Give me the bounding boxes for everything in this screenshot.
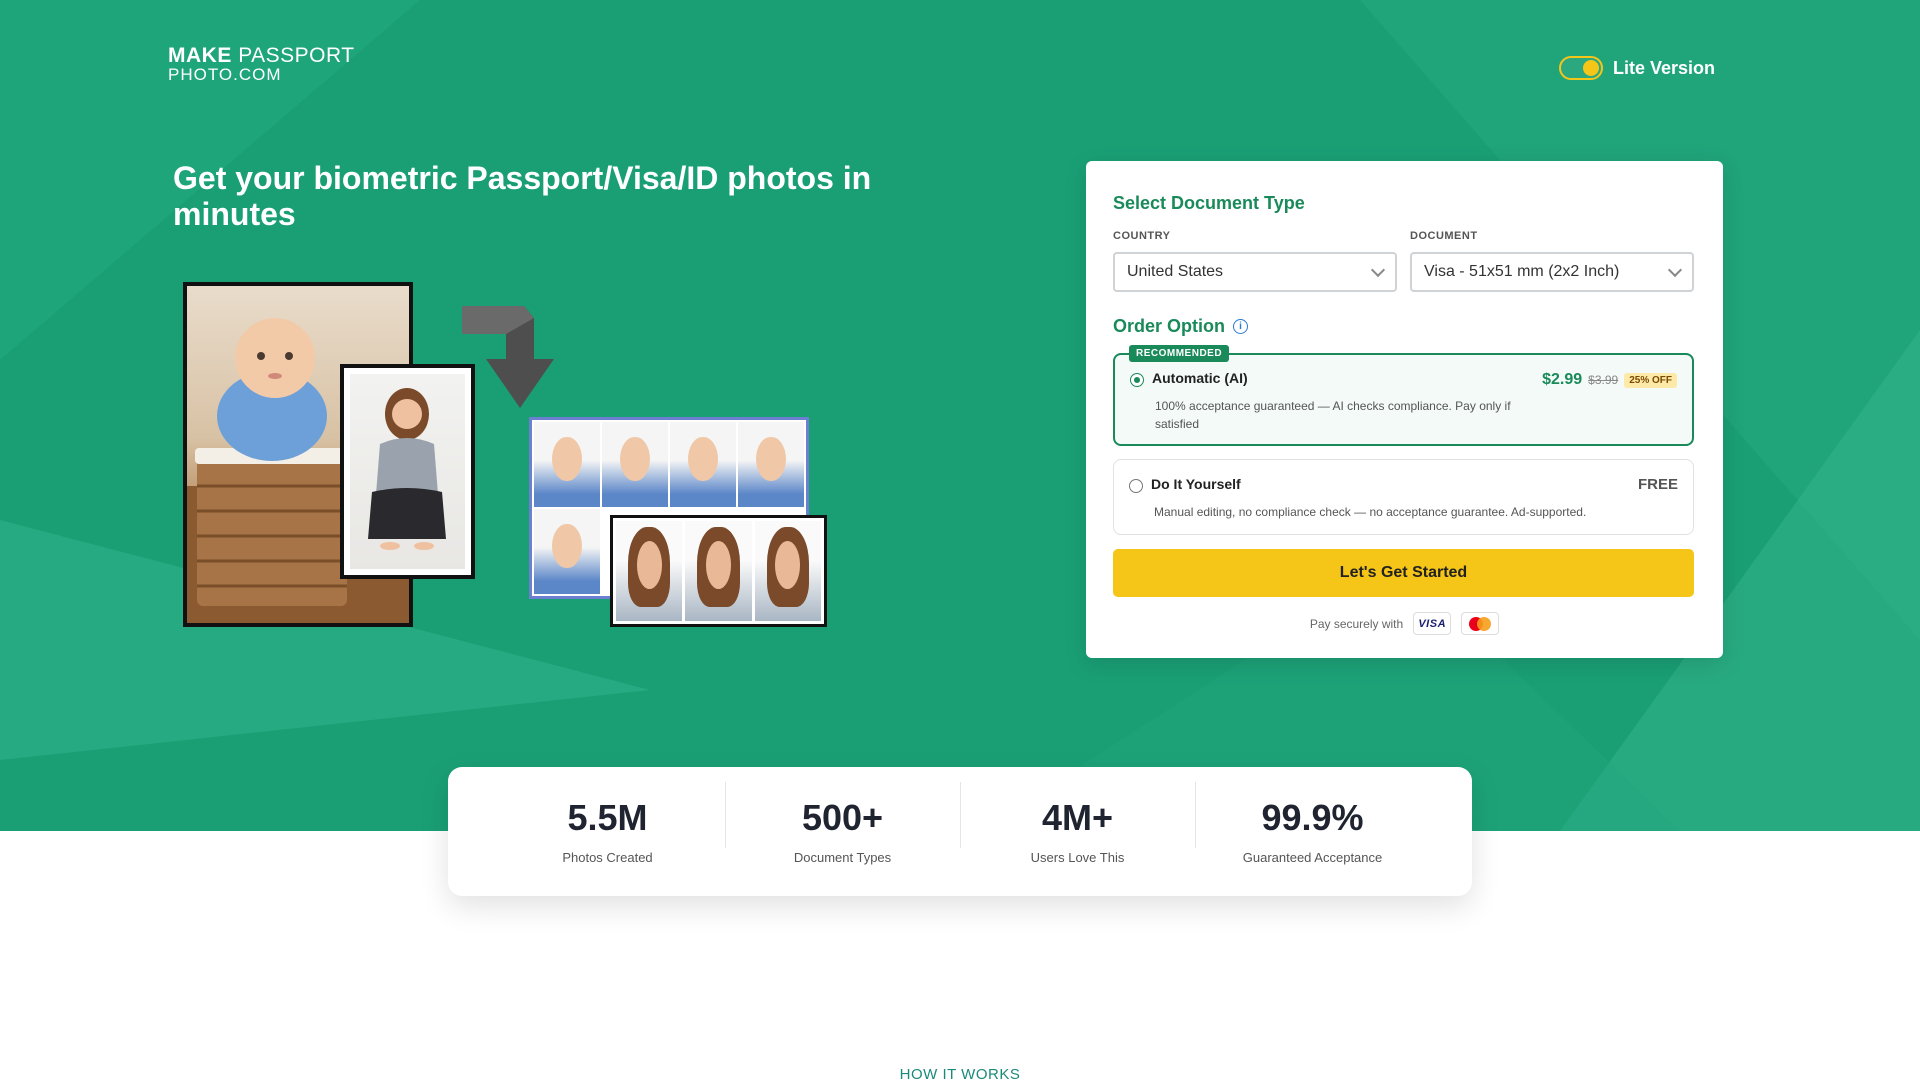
chevron-down-icon [1370,262,1386,277]
chevron-down-icon [1667,262,1683,277]
woman-photo-art [368,388,446,550]
hero-headline: Get your biometric Passport/Visa/ID phot… [173,160,872,232]
price-group: $2.99 $3.99 25% OFF [1542,371,1677,389]
mastercard-icon [1461,612,1500,635]
toggle-knob [1582,60,1599,76]
stat-value: 5.5M [567,797,648,838]
arrow-icon [462,306,554,408]
option-description: 100% acceptance guaranteed — AI checks c… [1155,399,1511,431]
discount-badge: 25% OFF [1624,372,1677,388]
toggle-switch[interactable] [1558,56,1603,80]
country-select[interactable]: United States [1113,252,1397,292]
woman-thumbnail [685,521,752,621]
stat-value: 4M+ [1041,797,1114,838]
logo-word-passport: PASSPORT [238,44,355,67]
woman-thumbnail [616,521,683,621]
stat-value: 500+ [801,797,884,838]
form-title: Select Document Type [1113,193,1305,213]
site-logo[interactable]: MAKE PASSPORT PHOTO.COM [168,44,355,84]
logo-word-photo-com: PHOTO.COM [168,65,282,84]
order-option-label: Order Option [1113,316,1225,336]
stat-label: Guaranteed Acceptance [1242,850,1383,865]
country-select-value: United States [1127,263,1224,280]
radio-do-it-yourself[interactable] [1129,479,1143,493]
price-current: $2.99 [1542,371,1583,388]
hero-section: MAKE PASSPORT PHOTO.COM Lite Version Get… [0,0,1920,831]
lite-version-label: Lite Version [1612,57,1715,78]
price-original: $3.99 [1588,373,1619,387]
baby-thumbnail [602,422,668,507]
stat-item: 5.5M Photos Created [490,797,725,866]
radio-automatic-ai[interactable] [1130,373,1144,387]
option-name: Automatic (AI) [1152,370,1248,386]
stat-label: Document Types [793,850,892,865]
price-free: FREE [1637,476,1678,493]
document-label: DOCUMENT [1410,230,1478,242]
how-it-works-heading: HOW IT WORKS [899,1066,1021,1080]
option-name: Do It Yourself [1151,476,1241,492]
document-select-value: Visa - 51x51 mm (2x2 Inch) [1424,263,1620,280]
stat-item: 99.9% Guaranteed Acceptance [1195,782,1430,865]
option-description: Manual editing, no compliance check — no… [1154,505,1587,519]
hero-illustration [180,282,830,627]
stat-item: 4M+ Users Love This [960,782,1195,865]
pay-securely-label: Pay securely with [1309,616,1404,631]
visa-icon: VISA [1413,612,1452,635]
info-icon[interactable]: i [1233,319,1248,334]
woman-thumbnail [754,521,821,621]
lite-version-toggle[interactable]: Lite Version [1558,56,1715,80]
stat-label: Photos Created [562,850,653,865]
recommended-badge: RECOMMENDED [1129,345,1230,362]
woman-photo [340,364,475,579]
stat-item: 500+ Document Types [725,782,960,865]
order-option-title: Order Option i [1113,316,1248,337]
option-automatic-ai[interactable]: RECOMMENDED Automatic (AI) 100% acceptan… [1113,345,1694,446]
document-select[interactable]: Visa - 51x51 mm (2x2 Inch) [1410,252,1694,292]
get-started-button[interactable]: Let's Get Started [1113,549,1694,597]
baby-thumbnail [534,422,600,507]
baby-thumbnail [534,509,600,594]
payment-methods: Pay securely with VISA [1086,612,1723,635]
stat-label: Users Love This [1030,850,1125,865]
stat-value: 99.9% [1261,797,1364,838]
stats-bar: 5.5M Photos Created 500+ Document Types … [448,767,1472,896]
option-do-it-yourself[interactable]: Do It Yourself Manual editing, no compli… [1113,459,1694,535]
baby-thumbnail [670,422,736,507]
baby-thumbnail [738,422,804,507]
country-label: COUNTRY [1113,230,1171,242]
page: MAKE PASSPORT PHOTO.COM Lite Version Get… [0,0,1920,1080]
logo-word-make: MAKE [168,44,232,67]
document-type-form: Select Document Type COUNTRY United Stat… [1086,161,1723,658]
woman-photo-sheet [610,515,827,627]
visa-text: VISA [1418,617,1447,630]
